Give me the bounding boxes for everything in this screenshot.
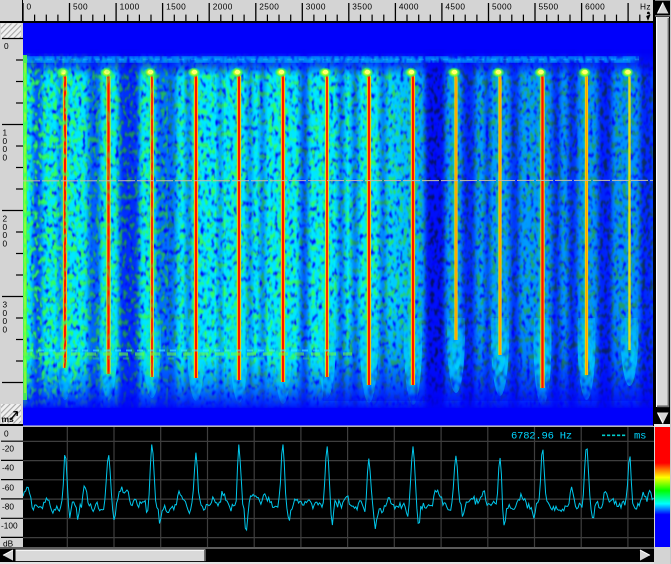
svg-text:4500: 4500: [445, 2, 465, 12]
svg-text:-100: -100: [1, 520, 18, 530]
svg-text:0: 0: [4, 428, 9, 438]
svg-text:5000: 5000: [492, 2, 512, 12]
svg-text:1000: 1000: [120, 2, 140, 12]
svg-text:0: 0: [4, 41, 9, 51]
svg-text:3500: 3500: [352, 2, 372, 12]
svg-text:5500: 5500: [539, 2, 559, 12]
svg-text:6782.96 Hz: 6782.96 Hz: [511, 430, 572, 442]
svg-text:2500: 2500: [259, 2, 279, 12]
svg-text:3000: 3000: [306, 2, 326, 12]
svg-text:-60: -60: [2, 482, 14, 492]
svg-text:0: 0: [3, 238, 8, 248]
svg-text:2000: 2000: [213, 2, 233, 12]
svg-text:0: 0: [27, 2, 32, 12]
svg-text:0: 0: [3, 152, 8, 162]
svg-text:1500: 1500: [166, 2, 186, 12]
svg-text:-40: -40: [2, 462, 14, 472]
svg-text:-80: -80: [2, 501, 14, 511]
svg-text:6000: 6000: [585, 2, 605, 12]
svg-text:0: 0: [3, 324, 8, 334]
svg-text:ms: ms: [2, 414, 15, 424]
svg-text:500: 500: [73, 2, 88, 12]
svg-text:-20: -20: [2, 443, 14, 453]
svg-text:Hz: Hz: [640, 2, 651, 12]
svg-text:ms: ms: [634, 430, 646, 442]
svg-text:4000: 4000: [399, 2, 419, 12]
